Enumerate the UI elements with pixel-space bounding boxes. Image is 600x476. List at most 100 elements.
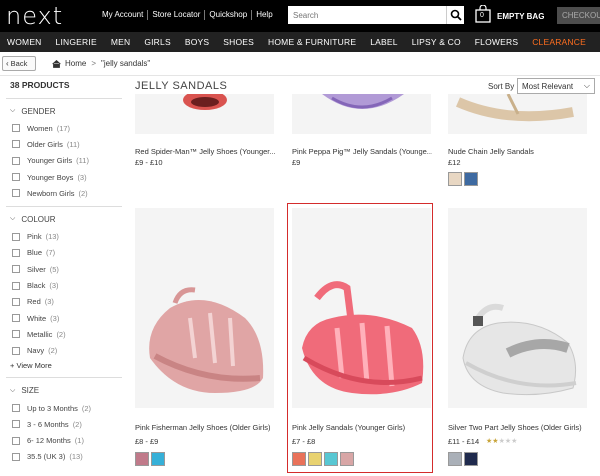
option-label: 6- 12 Months <box>27 436 71 446</box>
filter-option[interactable]: Younger Boys (3) <box>6 169 122 185</box>
product-name[interactable]: Pink Peppa Pig™ Jelly Sandals (Younge... <box>292 147 432 156</box>
nav-home-furniture[interactable]: HOME & FURNITURE <box>261 37 363 47</box>
nav-men[interactable]: MEN <box>104 37 138 47</box>
back-button[interactable]: ‹ Back <box>2 56 36 71</box>
filter-option[interactable]: Women (17) <box>6 120 122 136</box>
product-name[interactable]: Silver Two Part Jelly Shoes (Older Girls… <box>448 423 588 432</box>
checkbox[interactable] <box>12 156 20 165</box>
product-price: £12 <box>448 158 461 167</box>
checkbox[interactable] <box>12 281 20 290</box>
checkbox[interactable] <box>12 265 20 274</box>
search-input[interactable] <box>288 6 446 24</box>
nav-lingerie[interactable]: LINGERIE <box>49 37 104 47</box>
option-label: Red <box>27 297 41 307</box>
option-label: Younger Girls <box>27 156 73 166</box>
facet-colour-header[interactable]: ⌵ COLOUR <box>6 210 122 228</box>
sort-select[interactable]: Most Relevant ⌵ <box>517 78 595 94</box>
checkbox[interactable] <box>12 330 20 339</box>
checkbox[interactable] <box>12 420 20 429</box>
divider <box>6 376 122 378</box>
top-header: next My Account Store Locator Quickshop … <box>0 0 600 32</box>
nav-boys[interactable]: BOYS <box>178 37 216 47</box>
filter-option[interactable]: Red (3) <box>6 294 122 310</box>
product-image[interactable] <box>135 90 274 134</box>
nav-shoes[interactable]: SHOES <box>216 37 261 47</box>
filter-option[interactable]: Older Girls (11) <box>6 136 122 152</box>
color-swatch[interactable] <box>448 172 462 186</box>
filter-option[interactable]: Metallic (2) <box>6 326 122 342</box>
checkbox[interactable] <box>12 173 20 182</box>
product-tile[interactable]: Red Spider-Man™ Jelly Shoes (Younger... … <box>135 90 275 174</box>
checkbox[interactable] <box>12 189 20 198</box>
color-swatch[interactable] <box>135 452 149 466</box>
filter-option[interactable]: White (3) <box>6 310 122 326</box>
filter-option[interactable]: Newborn Girls (2) <box>6 185 122 201</box>
filter-option[interactable]: Silver (5) <box>6 261 122 277</box>
option-count: (2) <box>78 188 88 198</box>
checkbox[interactable] <box>12 232 20 241</box>
option-label: Up to 3 Months <box>27 403 78 413</box>
filter-option[interactable]: 3 - 6 Months (2) <box>6 416 122 432</box>
my-account-link[interactable]: My Account <box>98 10 149 20</box>
color-swatch[interactable] <box>464 172 478 186</box>
option-label: 3 - 6 Months <box>27 419 69 429</box>
product-tile[interactable]: Silver Two Part Jelly Shoes (Older Girls… <box>448 208 588 468</box>
filter-option[interactable]: 35.5 (UK 3) (13) <box>6 449 122 465</box>
facet-gender-header[interactable]: ⌵ GENDER <box>6 102 122 120</box>
product-tile[interactable]: Pink Fisherman Jelly Shoes (Older Girls)… <box>135 208 275 468</box>
facet-size-header[interactable]: ⌵ SIZE <box>6 382 122 400</box>
option-label: Newborn Girls <box>27 188 75 198</box>
option-count: (2) <box>56 329 66 339</box>
filter-option[interactable]: 6- 12 Months (1) <box>6 432 122 448</box>
product-image[interactable] <box>448 208 587 408</box>
product-name[interactable]: Pink Fisherman Jelly Shoes (Older Girls) <box>135 423 275 432</box>
product-tile[interactable]: Nude Chain Jelly Sandals £12 <box>448 93 588 189</box>
checkbox[interactable] <box>12 452 20 461</box>
next-logo[interactable]: next <box>6 2 63 30</box>
checkbox[interactable] <box>12 346 20 355</box>
store-locator-link[interactable]: Store Locator <box>148 10 206 20</box>
nav-lipsy[interactable]: LIPSY & CO <box>405 37 468 47</box>
product-image[interactable] <box>292 94 431 134</box>
red-shoe-image <box>183 90 227 110</box>
home-icon[interactable] <box>52 59 61 68</box>
filter-option[interactable]: Younger Girls (11) <box>6 153 122 169</box>
checkbox[interactable] <box>12 248 20 257</box>
product-tile[interactable]: Pink Peppa Pig™ Jelly Sandals (Younge...… <box>292 94 432 174</box>
nav-clearance[interactable]: CLEARANCE <box>525 37 593 47</box>
checkbox[interactable] <box>12 314 20 323</box>
checkout-button[interactable]: CHECKOUT <box>557 7 600 24</box>
checkbox[interactable] <box>12 124 20 133</box>
product-image[interactable] <box>135 208 274 408</box>
nav-women[interactable]: WOMEN <box>0 37 49 47</box>
quickshop-link[interactable]: Quickshop <box>205 10 253 20</box>
breadcrumb-home[interactable]: Home <box>65 59 86 68</box>
help-link[interactable]: Help <box>252 10 276 20</box>
checkbox[interactable] <box>12 297 20 306</box>
bag-label[interactable]: EMPTY BAG <box>497 12 544 21</box>
checkbox[interactable] <box>12 140 20 149</box>
checkbox[interactable] <box>12 404 20 412</box>
product-name[interactable]: Nude Chain Jelly Sandals <box>448 147 588 156</box>
color-swatch[interactable] <box>448 452 462 466</box>
option-count: (17) <box>56 123 71 133</box>
nude-sandal-image <box>455 93 574 122</box>
option-label: Navy <box>27 346 45 356</box>
product-count: 38 PRODUCTS <box>10 80 70 90</box>
nav-girls[interactable]: GIRLS <box>137 37 178 47</box>
nav-flowers[interactable]: FLOWERS <box>468 37 525 47</box>
filter-option[interactable]: Up to 3 Months (2) <box>6 400 122 416</box>
filter-option[interactable]: Pink (13) <box>6 228 122 244</box>
color-swatch[interactable] <box>151 452 165 466</box>
filter-option[interactable]: Navy (2) <box>6 343 122 359</box>
filter-option[interactable]: Blue (7) <box>6 245 122 261</box>
search-button[interactable] <box>446 6 464 24</box>
search-icon <box>450 9 462 21</box>
checkbox[interactable] <box>12 436 20 445</box>
nav-label[interactable]: LABEL <box>363 37 404 47</box>
product-image[interactable] <box>448 93 587 134</box>
view-more-link[interactable]: + View More <box>6 359 122 373</box>
color-swatch[interactable] <box>464 452 478 466</box>
filter-option[interactable]: Black (3) <box>6 277 122 293</box>
product-name[interactable]: Red Spider-Man™ Jelly Shoes (Younger... <box>135 147 275 156</box>
